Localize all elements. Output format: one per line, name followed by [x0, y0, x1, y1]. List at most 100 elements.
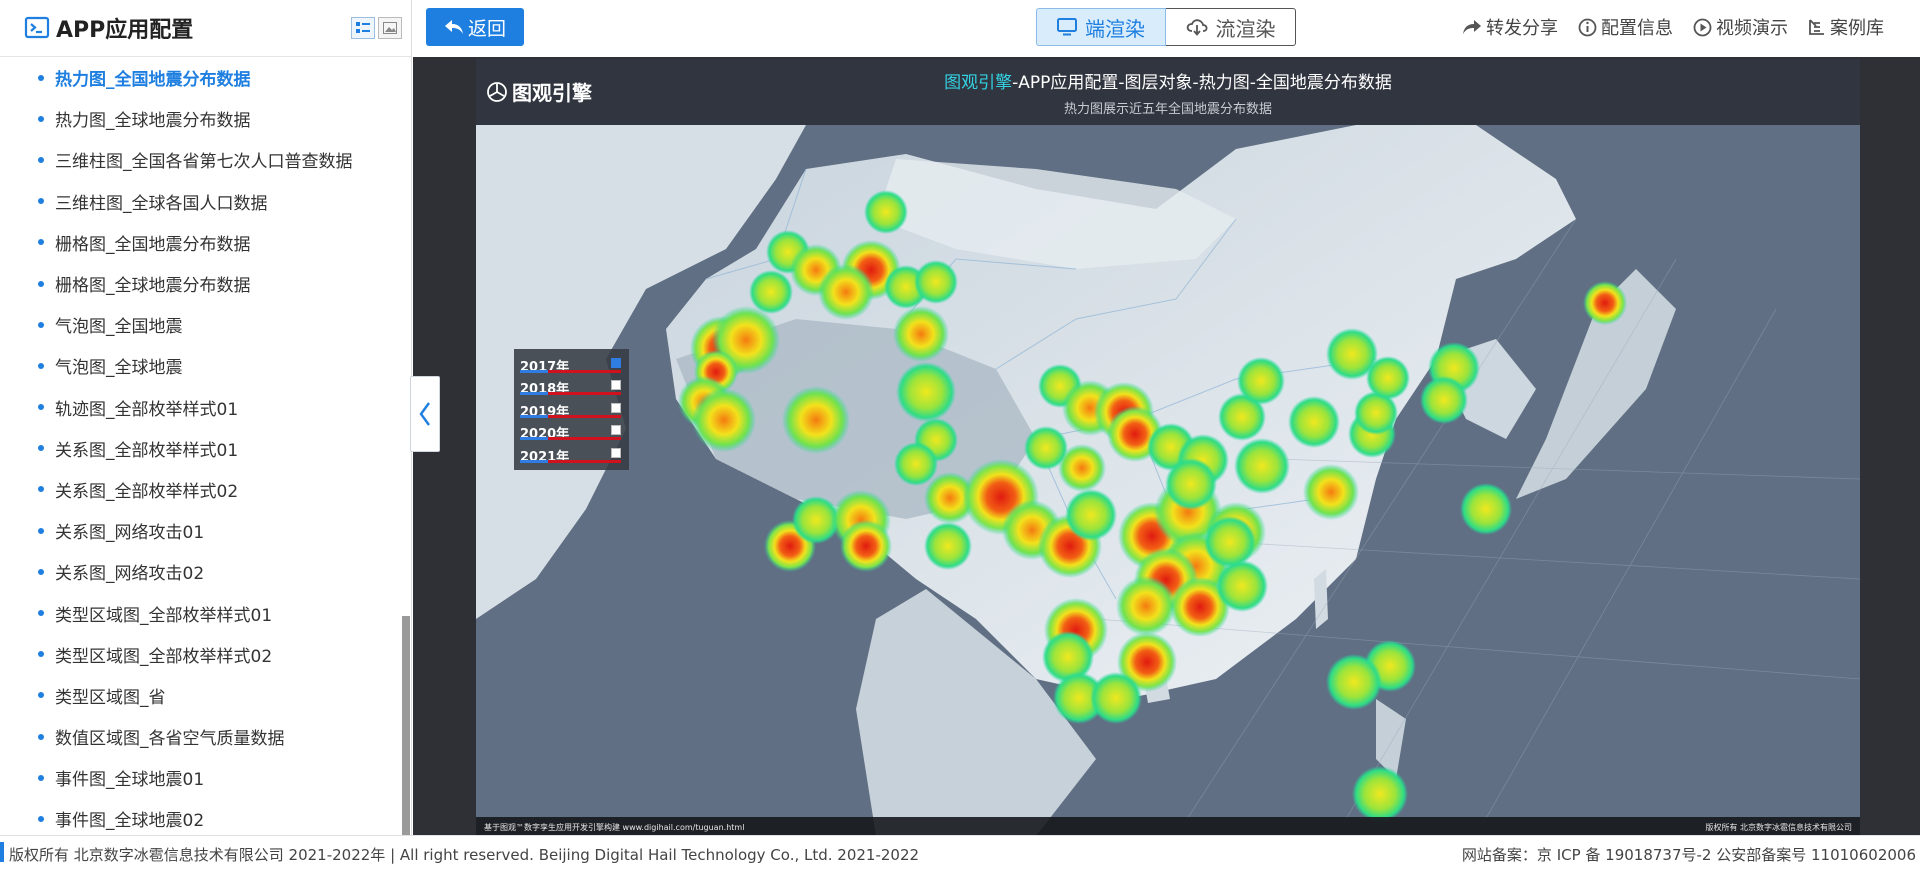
- config-info-label: 配置信息: [1601, 18, 1673, 39]
- sidebar-item[interactable]: 三维柱图_全球各国人口数据: [0, 181, 411, 222]
- sidebar-item-label: 栅格图_全国地震分布数据: [55, 234, 251, 255]
- legend-year-row[interactable]: 2021年: [514, 443, 629, 465]
- back-arrow-icon: [444, 20, 463, 34]
- scene-title-rest: -APP应用配置-图层对象-热力图-全国地震分布数据: [1012, 73, 1392, 93]
- sidebar-item[interactable]: 类型区域图_省: [0, 675, 411, 716]
- heat-spot: [1288, 396, 1340, 448]
- heatmap-map[interactable]: [476, 59, 1860, 835]
- sidebar-item[interactable]: 气泡图_全球地震: [0, 345, 411, 386]
- sidebar-item-label: 三维柱图_全球各国人口数据: [55, 193, 268, 214]
- scene-footer: 基于图观™数字孪生应用开发引擎构建 www.digihail.com/tugua…: [476, 817, 1860, 835]
- bullet-icon: [38, 445, 44, 452]
- heat-spot: [1583, 281, 1627, 325]
- legend-year-row[interactable]: 2018年: [514, 375, 629, 397]
- sidebar-item[interactable]: 事件图_全球地震02: [0, 798, 411, 835]
- bullet-icon: [38, 198, 44, 205]
- sidebar-scrollbar[interactable]: [402, 616, 410, 835]
- scene-footer-right: 版权所有 北京数字冰雹信息技术有限公司: [1705, 823, 1852, 832]
- legend-line: [520, 459, 621, 463]
- scene-viewport: 图观引擎 图观引擎-APP应用配置-图层对象-热力图-全国地震分布数据 热力图展…: [413, 57, 1920, 835]
- legend-checkbox[interactable]: [611, 402, 621, 413]
- config-info-button[interactable]: 配置信息: [1578, 14, 1673, 40]
- share-button[interactable]: 转发分享: [1462, 14, 1558, 40]
- sidebar-title: APP应用配置: [56, 18, 194, 43]
- heat-spot: [782, 386, 850, 454]
- stream-render-button[interactable]: 流渲染: [1166, 8, 1296, 46]
- heat-spot: [692, 388, 756, 452]
- legend-year-row[interactable]: 2020年: [514, 420, 629, 442]
- sidebar-item[interactable]: 栅格图_全球地震分布数据: [0, 263, 411, 304]
- sidebar-item[interactable]: 类型区域图_全部枚举样式02: [0, 634, 411, 675]
- bullet-icon: [38, 692, 44, 699]
- sidebar-item[interactable]: 关系图_网络攻击02: [0, 551, 411, 592]
- back-button[interactable]: 返回: [426, 8, 524, 46]
- scene-footer-left: 基于图观™数字孪生应用开发引擎构建 www.digihail.com/tugua…: [484, 823, 745, 832]
- sidebar-item[interactable]: 关系图_全部枚举样式01: [0, 428, 411, 469]
- heat-spot: [1058, 444, 1106, 492]
- legend-line: [520, 370, 621, 373]
- play-icon: [1693, 18, 1712, 36]
- sidebar-item[interactable]: 栅格图_全国地震分布数据: [0, 222, 411, 263]
- top-toolbar: 返回 端渲染 流渲染 转发分享 配置信息 视频演示 案例库: [413, 0, 1920, 57]
- sidebar-item-label: 热力图_全国地震分布数据: [55, 70, 251, 91]
- sidebar-item-label: 关系图_网络攻击02: [55, 564, 205, 585]
- heat-spot: [1326, 654, 1382, 710]
- sidebar-header: APP应用配置: [0, 0, 411, 57]
- bullet-icon: [38, 239, 44, 246]
- sidebar-item[interactable]: 气泡图_全国地震: [0, 304, 411, 345]
- sidebar-item-label: 气泡图_全球地震: [55, 358, 183, 379]
- legend-checkbox[interactable]: [611, 358, 621, 368]
- video-demo-button[interactable]: 视频演示: [1693, 14, 1788, 40]
- legend-checkbox[interactable]: [611, 425, 621, 436]
- monitor-icon: [1057, 18, 1077, 36]
- sidebar-item-label: 类型区域图_全部枚举样式01: [55, 605, 273, 626]
- heat-spot: [1065, 489, 1117, 541]
- status-accent: [0, 842, 4, 862]
- scene-subtitle: 热力图展示近五年全国地震分布数据: [1063, 102, 1272, 117]
- icp-record-text[interactable]: 网站备案：京 ICP 备 19018737号-2 公安部备案号 11010602…: [1462, 844, 1916, 865]
- sidebar-item[interactable]: 三维柱图_全国各省第七次人口普查数据: [0, 139, 411, 180]
- bullet-icon: [38, 280, 44, 287]
- video-demo-label: 视频演示: [1716, 18, 1788, 39]
- list-view-icon[interactable]: [351, 17, 375, 39]
- sidebar-item[interactable]: 数值区域图_各省空气质量数据: [0, 716, 411, 757]
- chevron-left-icon: [419, 402, 430, 426]
- sidebar-item-label: 数值区域图_各省空气质量数据: [55, 729, 285, 750]
- thumbnail-view-icon[interactable]: [378, 17, 402, 39]
- sidebar-item[interactable]: 关系图_全部枚举样式02: [0, 469, 411, 510]
- heat-spot: [1116, 576, 1176, 636]
- legend-checkbox[interactable]: [611, 447, 621, 458]
- bullet-icon: [38, 486, 44, 493]
- heat-spot: [840, 520, 892, 572]
- bullet-icon: [38, 568, 44, 575]
- sidebar-item-label: 类型区域图_省: [55, 687, 166, 708]
- sidebar-item[interactable]: 类型区域图_全部枚举样式01: [0, 592, 411, 633]
- status-bar: 版权所有 北京数字冰雹信息技术有限公司 2021-2022年 | All rig…: [0, 835, 1920, 877]
- sidebar-item[interactable]: 热力图_全球地震分布数据: [0, 98, 411, 139]
- bullet-icon: [38, 74, 44, 81]
- heat-spot: [818, 264, 874, 320]
- heat-spot: [1352, 766, 1408, 822]
- legend-checkbox[interactable]: [611, 380, 621, 391]
- client-render-button[interactable]: 端渲染: [1036, 8, 1166, 46]
- collapse-sidebar-button[interactable]: [410, 376, 440, 452]
- heat-spot: [1216, 560, 1268, 612]
- scene-header: 图观引擎 图观引擎-APP应用配置-图层对象-热力图-全国地震分布数据 热力图展…: [476, 59, 1860, 125]
- legend-line: [520, 414, 621, 418]
- legend-year-row[interactable]: 2019年: [514, 398, 629, 420]
- bullet-icon: [38, 321, 44, 328]
- sidebar-item-label: 三维柱图_全国各省第七次人口普查数据: [55, 152, 353, 173]
- sidebar-item-label: 类型区域图_全部枚举样式02: [55, 646, 273, 667]
- sidebar-item-label: 事件图_全球地震02: [55, 811, 205, 832]
- case-library-button[interactable]: 案例库: [1808, 14, 1884, 40]
- sidebar-item[interactable]: 热力图_全国地震分布数据: [0, 57, 411, 98]
- share-label: 转发分享: [1486, 18, 1558, 39]
- map-scene[interactable]: 图观引擎 图观引擎-APP应用配置-图层对象-热力图-全国地震分布数据 热力图展…: [476, 59, 1860, 835]
- sidebar-item[interactable]: 轨迹图_全部枚举样式01: [0, 387, 411, 428]
- bullet-icon: [38, 404, 44, 411]
- sidebar-item[interactable]: 关系图_网络攻击01: [0, 510, 411, 551]
- sidebar-item[interactable]: 事件图_全球地震01: [0, 757, 411, 798]
- heat-spot: [894, 442, 938, 486]
- legend-year-row[interactable]: 2017年: [514, 353, 629, 375]
- bullet-icon: [38, 156, 44, 163]
